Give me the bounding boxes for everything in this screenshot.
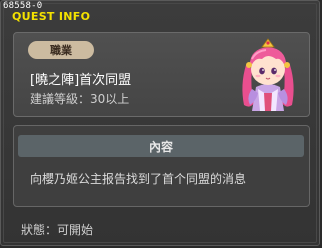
content-text: 向櫻乃姬公主报告找到了首个同盟的消息 [30,172,247,186]
quest-status: 狀態：可開始 [21,223,94,237]
quest-summary-panel: 職業 [曉之陣]首次同盟 建議等級：30以上 [13,32,310,117]
npc-portrait-icon [242,38,294,111]
quest-name: [曉之陣]首次同盟 [30,73,132,88]
content-header: 內容 [18,135,304,157]
quest-content-panel: 內容 向櫻乃姬公主报告找到了首个同盟的消息 [13,125,310,207]
window-title: QUEST INFO [12,10,91,23]
level-requirement: 建議等級：30以上 [30,92,130,106]
quest-info-window: 68558-0 QUEST INFO 職業 [曉之陣]首次同盟 建議等級：30以… [0,0,320,246]
job-badge: 職業 [28,41,94,59]
